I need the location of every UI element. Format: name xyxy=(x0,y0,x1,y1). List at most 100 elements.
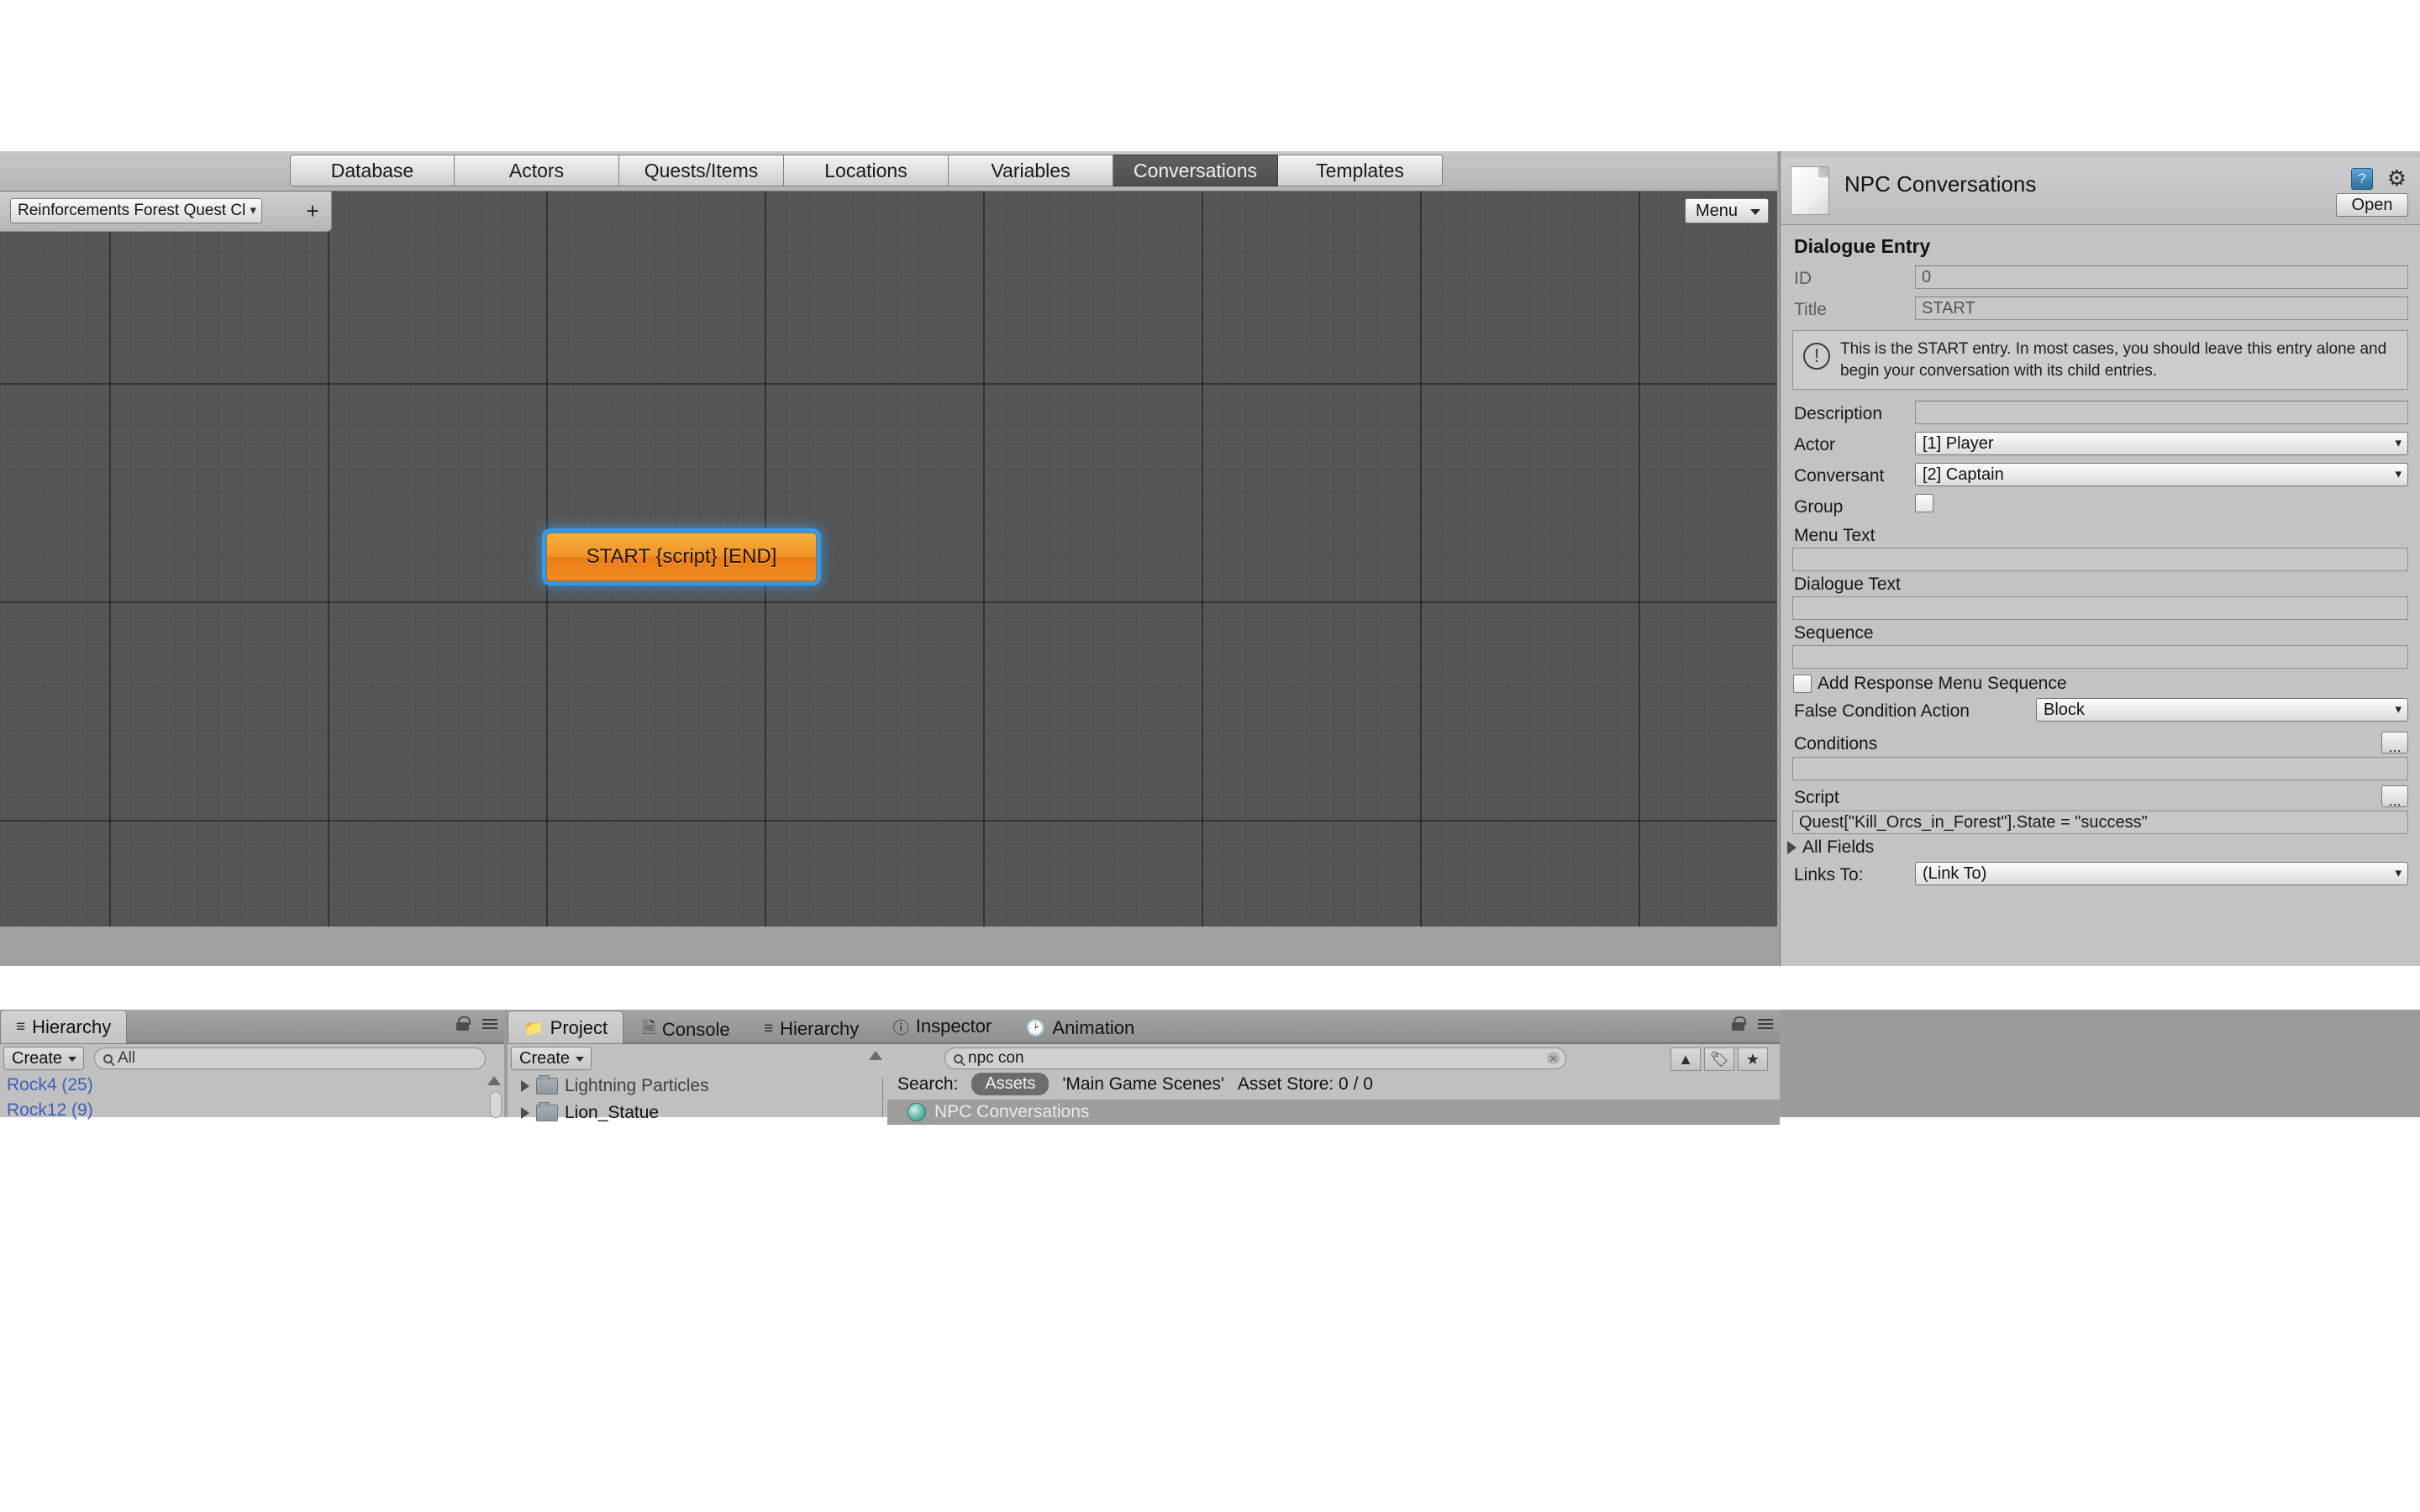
script-more-button[interactable]: ... xyxy=(2381,785,2408,808)
folder-icon xyxy=(536,1102,558,1121)
scroll-up-arrow-icon[interactable] xyxy=(869,1051,882,1060)
add-response-menu-sequence-row[interactable]: Add Response Menu Sequence xyxy=(1793,674,2420,694)
tab-actors[interactable]: Actors xyxy=(455,155,619,186)
list-item[interactable]: Rock12 (9) xyxy=(7,1098,484,1123)
panel-menu-icon[interactable] xyxy=(479,1018,497,1030)
conversation-picker-bar: Reinforcements Forest Quest Cl ▾ + xyxy=(0,192,332,232)
label-icon[interactable]: 🏷 xyxy=(1704,1047,1734,1071)
dialogue-text-label: Dialogue Text xyxy=(1794,575,1901,595)
chevron-right-icon[interactable] xyxy=(521,1107,529,1119)
title-value: START xyxy=(1915,297,2408,320)
assets-filter-pill[interactable]: Assets xyxy=(971,1073,1050,1095)
hierarchy-scrollbar[interactable] xyxy=(490,1091,502,1118)
menu-text-input[interactable] xyxy=(1792,548,2408,572)
description-input[interactable] xyxy=(1915,401,2408,425)
field-row-actor: Actor [1] Player ▾ xyxy=(1792,429,2408,460)
actor-select[interactable]: [1] Player ▾ xyxy=(1915,432,2408,456)
add-response-menu-sequence-label: Add Response Menu Sequence xyxy=(1818,674,2067,694)
database-tab-group: Database Actors Quests/Items Locations V… xyxy=(290,155,1443,186)
clock-icon: 🕑 xyxy=(1025,1019,1046,1037)
tab-quests-items[interactable]: Quests/Items xyxy=(619,155,784,186)
id-value: 0 xyxy=(1915,265,2408,289)
tab-hierarchy[interactable]: ≡ Hierarchy xyxy=(0,1010,128,1043)
tree-row[interactable]: Lion_Statue xyxy=(521,1100,874,1126)
add-response-menu-sequence-checkbox[interactable] xyxy=(1793,675,1812,694)
hierarchy-search-input[interactable]: All xyxy=(94,1047,486,1069)
canvas-menu-button[interactable]: Menu xyxy=(1685,198,1769,223)
dialogue-text-input[interactable] xyxy=(1792,596,2408,621)
dialogue-node-start[interactable]: START {script} [END] xyxy=(546,533,817,581)
list-item[interactable]: Rock4 (25) xyxy=(7,1073,484,1098)
field-row-title: Title START xyxy=(1792,294,2408,325)
tab-hierarchy-dock[interactable]: ≡ Hierarchy xyxy=(749,1012,874,1046)
links-to-select[interactable]: (Link To) ▾ xyxy=(1915,862,2408,886)
project-create-button[interactable]: Create xyxy=(511,1047,592,1070)
tab-templates[interactable]: Templates xyxy=(1278,155,1443,186)
false-condition-action-select[interactable]: Block ▾ xyxy=(2036,698,2408,722)
conditions-input[interactable] xyxy=(1792,757,2408,781)
asset-thumbnail-icon xyxy=(1791,166,1829,215)
conversation-asset-icon xyxy=(908,1103,926,1121)
tab-project-label: Project xyxy=(550,1016,608,1038)
field-row-false-condition-action: False Condition Action Block ▾ xyxy=(1792,696,2408,727)
updown-arrows-icon: ▾ xyxy=(2395,866,2402,881)
tab-hierarchy-label: Hierarchy xyxy=(32,1016,112,1037)
scene-breadcrumb[interactable]: 'Main Game Scenes' xyxy=(1062,1074,1223,1095)
add-conversation-button[interactable]: + xyxy=(298,198,327,223)
gear-icon[interactable]: ⚙ xyxy=(2387,166,2407,190)
dialogue-node-label: START {script} [END] xyxy=(586,545,777,568)
start-entry-helpbox: ! This is the START entry. In most cases… xyxy=(1792,330,2408,391)
conversation-canvas[interactable]: NPC Conversations START {script} [END] R… xyxy=(0,192,1777,927)
conversation-select-value: Reinforcements Forest Quest Cl xyxy=(18,202,246,219)
actor-label: Actor xyxy=(1794,435,1836,455)
description-label: Description xyxy=(1794,404,1883,424)
lock-icon[interactable] xyxy=(456,1016,471,1031)
scroll-up-arrow-icon[interactable] xyxy=(487,1076,501,1085)
star-icon[interactable]: ★ xyxy=(1738,1047,1768,1071)
tab-hierarchy-dock-label: Hierarchy xyxy=(780,1017,860,1039)
hierarchy-tabbar: ≡ Hierarchy xyxy=(0,1010,504,1043)
tab-conversations[interactable]: Conversations xyxy=(1113,155,1278,186)
tab-inspector[interactable]: ⓘ Inspector xyxy=(878,1010,1007,1043)
tab-project[interactable]: 📁 Project xyxy=(508,1011,624,1044)
chevron-right-icon[interactable] xyxy=(521,1080,529,1092)
bottom-dock: ≡ Hierarchy Create All Rock4 (25) Rock12… xyxy=(0,1010,2420,1125)
group-checkbox[interactable] xyxy=(1915,494,1933,513)
script-label: Script xyxy=(1794,788,1839,808)
help-book-icon[interactable]: ? xyxy=(2351,168,2373,190)
chevron-down-icon xyxy=(1750,209,1760,215)
tab-database[interactable]: Database xyxy=(290,155,455,186)
tab-variables[interactable]: Variables xyxy=(949,155,1113,186)
conversant-select-value: [2] Captain xyxy=(1923,465,2004,484)
chevron-down-icon xyxy=(68,1057,76,1062)
tab-animation[interactable]: 🕑 Animation xyxy=(1011,1011,1150,1045)
sequence-label: Sequence xyxy=(1794,623,1874,643)
hierarchy-body: Create All Rock4 (25) Rock12 (9) xyxy=(0,1043,504,1120)
clear-search-icon[interactable]: ✕ xyxy=(1547,1052,1560,1065)
hierarchy-create-button[interactable]: Create xyxy=(3,1047,84,1070)
inspector-header: NPC Conversations ? ⚙ Open xyxy=(1781,158,2420,225)
favorite-filter-icon[interactable]: ▲ xyxy=(1670,1047,1701,1071)
script-header: Script ... xyxy=(1794,785,2408,809)
conditions-more-button[interactable]: ... xyxy=(2381,732,2408,754)
project-search-input[interactable]: npc con ✕ xyxy=(944,1047,1566,1069)
open-button[interactable]: Open xyxy=(2336,193,2408,217)
conversation-select[interactable]: Reinforcements Forest Quest Cl ▾ xyxy=(10,198,262,223)
script-input[interactable]: Quest["Kill_Orcs_in_Forest"].State = "su… xyxy=(1792,811,2408,835)
field-row-conversant: Conversant [2] Captain ▾ xyxy=(1792,460,2408,491)
sequence-input[interactable] xyxy=(1792,645,2408,669)
title-label: Title xyxy=(1794,300,1827,319)
tab-locations[interactable]: Locations xyxy=(784,155,949,186)
panel-menu-icon[interactable] xyxy=(1754,1018,1773,1030)
all-fields-foldout[interactable]: All Fields xyxy=(1787,837,2420,858)
tree-row[interactable]: Lightning Particles xyxy=(521,1073,874,1100)
canvas-menu-label: Menu xyxy=(1696,201,1739,220)
project-panel-controls xyxy=(1732,1016,1773,1031)
project-toolbar-icons: ▲ 🏷 ★ xyxy=(1670,1047,1768,1071)
list-item[interactable]: NPC Conversations xyxy=(887,1100,1780,1125)
lock-icon[interactable] xyxy=(1732,1016,1746,1031)
conversant-select[interactable]: [2] Captain ▾ xyxy=(1915,463,2408,487)
search-label: Search: xyxy=(897,1074,959,1094)
tab-console[interactable]: 🗎 Console xyxy=(628,1013,745,1047)
canvas-grid xyxy=(0,192,1777,927)
